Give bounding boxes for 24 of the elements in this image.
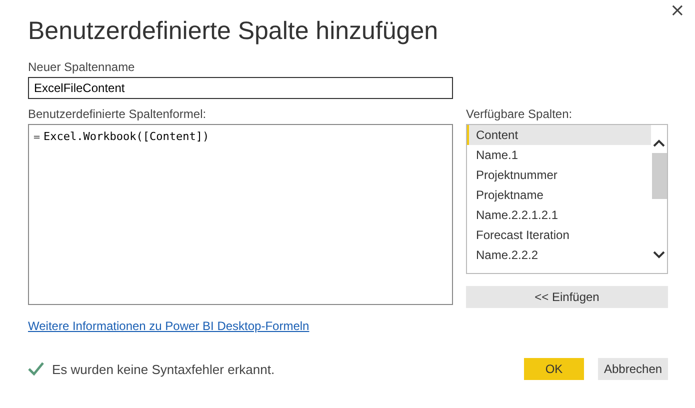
help-link[interactable]: Weitere Informationen zu Power BI Desktop-Formeln bbox=[28, 319, 310, 333]
column-list-item[interactable]: Name.2.2.1.2.1 bbox=[467, 205, 651, 225]
column-list-item[interactable]: Forecast Iteration bbox=[467, 225, 651, 245]
insert-button[interactable]: << Einfügen bbox=[466, 286, 668, 308]
equals-sign: = bbox=[33, 133, 41, 143]
column-list-item[interactable]: Name.2.2.2 bbox=[467, 245, 651, 265]
column-name-field[interactable]: ExcelFileContent bbox=[28, 77, 453, 99]
ok-button[interactable]: OK bbox=[524, 358, 584, 380]
field-label: Neuer Spaltenname bbox=[28, 60, 136, 75]
formula-editor[interactable]: = Excel.Workbook([Content]) bbox=[28, 124, 453, 305]
scroll-up-icon[interactable] bbox=[653, 139, 665, 147]
field-label: Benutzerdefinierte Spaltenformel: bbox=[28, 107, 208, 122]
close-button[interactable]: × bbox=[666, 0, 689, 21]
column-list-item[interactable]: Projektnummer bbox=[467, 165, 651, 185]
scrollbar-thumb[interactable] bbox=[652, 153, 666, 199]
formula-text: Excel.Workbook([Content]) bbox=[44, 130, 210, 143]
dialog-title: Benutzerdefinierte Spalte hinzufügen bbox=[28, 16, 440, 47]
scroll-down-icon[interactable] bbox=[653, 251, 665, 259]
column-list-item[interactable]: Content bbox=[467, 125, 651, 145]
column-list-item[interactable]: Name.1 bbox=[467, 145, 651, 165]
column-list-item[interactable]: Projektname bbox=[467, 185, 651, 205]
field-label: Verfügbare Spalten: bbox=[466, 107, 574, 122]
cancel-button[interactable]: Abbrechen bbox=[598, 358, 668, 380]
status-message: Es wurden keine Syntaxfehler erkannt. bbox=[52, 362, 275, 376]
